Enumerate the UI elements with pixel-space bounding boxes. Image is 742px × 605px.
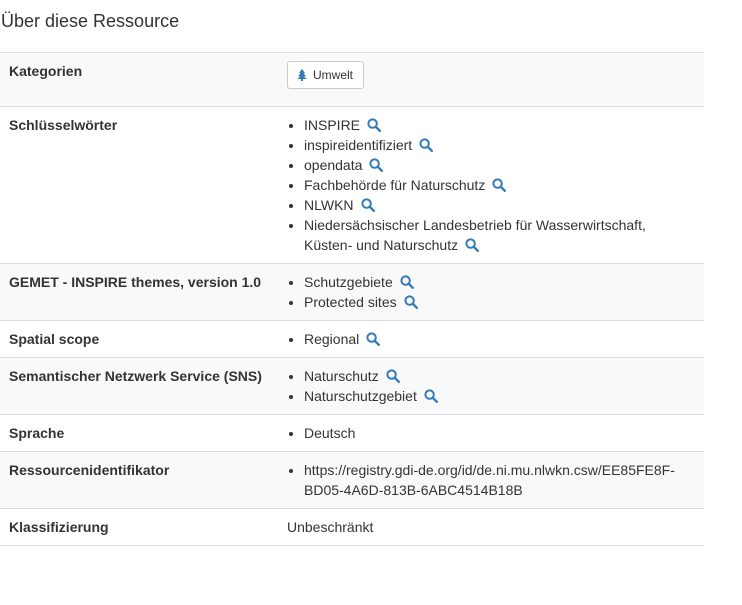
search-icon[interactable] [369, 158, 384, 172]
row-spatial-scope: Spatial scope Regional [0, 320, 704, 358]
row-value: Deutsch [278, 414, 704, 452]
row-klassifizierung: Klassifizierung Unbeschränkt [0, 508, 704, 546]
search-icon[interactable] [367, 118, 382, 132]
metadata-table: Kategorien Umwelt Schlüsselwörter • INSP… [0, 52, 704, 546]
keyword-list: Naturschutz Naturschutzgebiet [287, 366, 694, 406]
row-ressourcenidentifikator: Ressourcenidentifikator https://registry… [0, 451, 704, 509]
row-label: Sprache [0, 414, 278, 452]
row-value: INSPIRE inspireidentifiziert opendata Fachb… [278, 106, 704, 264]
row-value: Umwelt [278, 52, 704, 107]
list-item: Naturschutzgebiet [304, 386, 694, 406]
search-icon[interactable] [424, 389, 438, 403]
list-item: Naturschutz [304, 366, 694, 386]
resource-info-page: Über diese Ressource Kategorien Umwelt S… [0, 0, 742, 605]
row-label: Ressourcenidentifikator [0, 451, 278, 509]
list-item-label: Deutsch [304, 425, 356, 441]
list-item: Deutsch [304, 423, 694, 443]
list-item-label: Naturschutz [304, 368, 379, 384]
list-item: Fachbehörde für Naturschutz [304, 175, 694, 195]
category-umwelt-button[interactable]: Umwelt [287, 61, 365, 89]
row-value: Schutzgebiete Protected sites [278, 263, 704, 321]
row-value: Unbeschränkt [278, 508, 704, 546]
list-item-label: Fachbehörde für Naturschutz [304, 177, 486, 193]
section-heading: Über diese Ressource [1, 11, 180, 31]
row-schluesselwoerter: Schlüsselwörter INSPIRE inspireidentifizi… [0, 106, 704, 264]
list-item-label: Protected sites [304, 294, 397, 310]
list-item: inspireidentifiziert [304, 135, 694, 155]
row-label: GEMET - INSPIRE themes, version 1.0 [0, 263, 278, 321]
list-item-label: opendata [304, 157, 363, 173]
classification-value: Unbeschränkt [287, 519, 374, 535]
row-value: Regional [278, 320, 704, 358]
list-item: Niedersächsischer Landesbetrieb für Wass… [304, 215, 694, 255]
list-item-label: NLWKN [304, 197, 354, 213]
row-value: https://registry.gdi-de.org/id/de.ni.mu.… [278, 451, 704, 509]
row-label: Schlüsselwörter [0, 106, 278, 264]
list-item-label: inspireidentifiziert [304, 137, 413, 153]
list-item-label: Schutzgebiete [304, 274, 393, 290]
search-icon[interactable] [404, 295, 418, 309]
row-label: Klassifizierung [0, 508, 278, 546]
row-kategorien: Kategorien Umwelt [0, 52, 704, 107]
list-item-label: Regional [304, 331, 360, 347]
list-item-label: INSPIRE [304, 117, 361, 133]
list-item-label: Naturschutzgebiet [304, 388, 417, 404]
search-icon[interactable] [386, 369, 400, 383]
search-icon[interactable] [400, 275, 414, 289]
list-item: INSPIRE [304, 115, 694, 135]
search-icon[interactable] [492, 178, 507, 192]
list-item-label: https://registry.gdi-de.org/id/de.ni.mu.… [304, 462, 675, 498]
search-icon[interactable] [366, 332, 381, 346]
keyword-list: INSPIRE inspireidentifiziert opendata Fachb… [287, 115, 694, 255]
list-item: opendata [304, 155, 694, 175]
search-icon[interactable] [465, 238, 480, 252]
keyword-list: Schutzgebiete Protected sites [287, 272, 694, 312]
list-item: https://registry.gdi-de.org/id/de.ni.mu.… [304, 460, 694, 500]
search-icon[interactable] [419, 138, 434, 152]
list-item: NLWKN [304, 195, 694, 215]
row-value: Naturschutz Naturschutzgebiet [278, 357, 704, 415]
list-item: Schutzgebiete [304, 272, 694, 292]
row-label: Spatial scope [0, 320, 278, 358]
row-sns: Semantischer Netzwerk Service (SNS) Natu… [0, 357, 704, 415]
search-icon[interactable] [360, 198, 375, 212]
row-label: Semantischer Netzwerk Service (SNS) [0, 357, 278, 415]
row-gemet: GEMET - INSPIRE themes, version 1.0 Schu… [0, 263, 704, 321]
identifier-list: https://registry.gdi-de.org/id/de.ni.mu.… [287, 460, 694, 500]
category-label: Umwelt [313, 68, 354, 82]
tree-icon [297, 69, 307, 81]
keyword-list: Regional [287, 329, 694, 349]
language-list: Deutsch [287, 423, 694, 443]
list-item: Protected sites [304, 292, 694, 312]
row-label: Kategorien [0, 52, 278, 107]
row-sprache: Sprache Deutsch [0, 414, 704, 452]
list-item: Regional [304, 329, 694, 349]
